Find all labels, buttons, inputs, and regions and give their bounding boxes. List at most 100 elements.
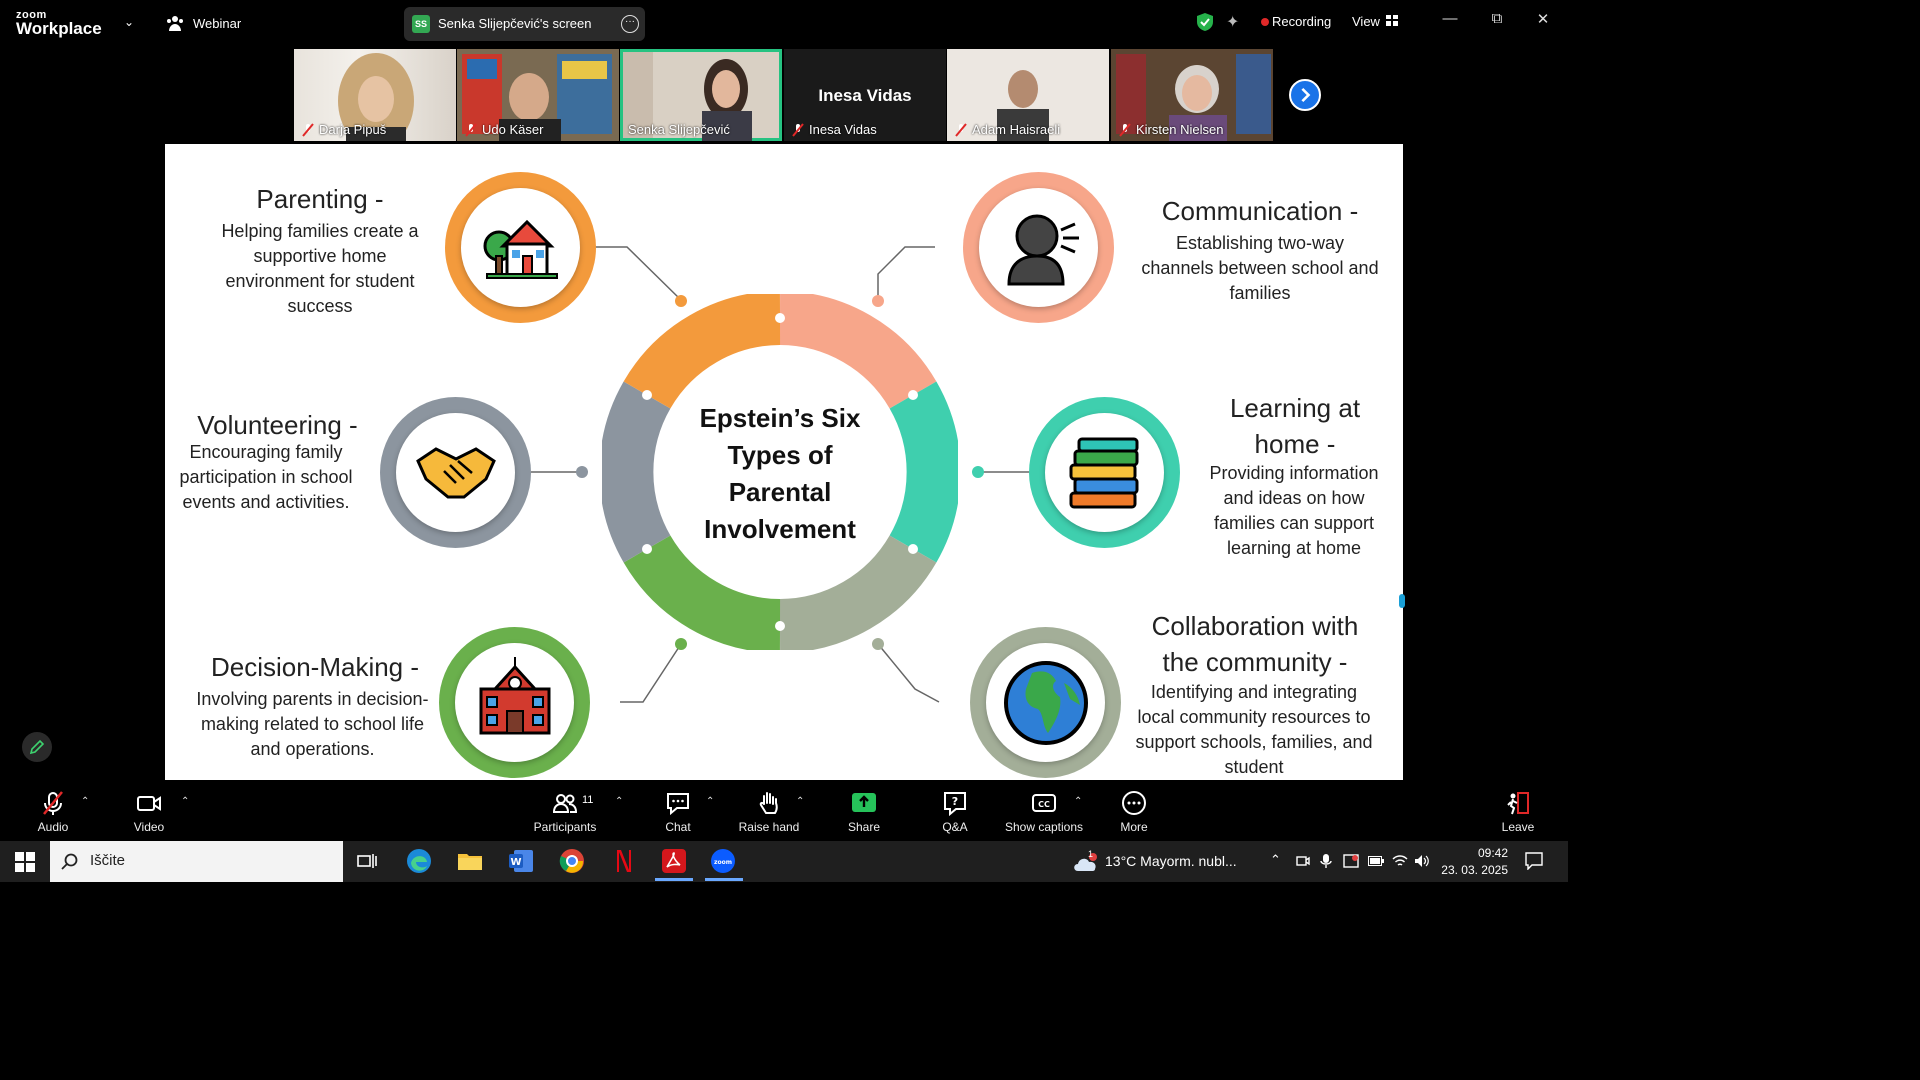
muted-mic-icon — [1119, 123, 1131, 137]
more-button[interactable]: More — [1112, 790, 1156, 834]
wifi-icon[interactable] — [1392, 854, 1408, 868]
notification-center-icon[interactable] — [1525, 852, 1543, 870]
view-button[interactable]: View — [1352, 14, 1380, 29]
weather-text[interactable]: 13°C Mayorm. nubl... — [1105, 853, 1237, 869]
search-icon — [61, 853, 78, 870]
reactions-caret-icon[interactable]: ⌃ — [796, 796, 804, 807]
learning-ring — [1029, 397, 1180, 548]
globe-icon — [1004, 661, 1088, 745]
microphone-icon[interactable] — [1320, 853, 1332, 869]
collaboration-title: Collaboration with the community - — [1151, 611, 1359, 677]
chat-button[interactable]: Chat — [656, 790, 700, 834]
webinar-icon — [167, 16, 183, 31]
chrome-icon[interactable] — [559, 848, 585, 874]
share-button[interactable]: Share — [840, 790, 888, 834]
muted-mic-icon — [955, 123, 967, 137]
closed-captions-icon: CC — [1032, 794, 1056, 812]
raise-hand-label: Raise hand — [738, 820, 800, 834]
decision-title: Decision-Making - — [210, 652, 420, 682]
muted-mic-icon — [302, 123, 314, 137]
screen-share-label: Senka Slijepčević's screen — [438, 16, 592, 31]
participant-name: Adam Haisraeli — [972, 122, 1061, 137]
video-camera-icon — [137, 796, 161, 811]
participants-options-caret-icon[interactable]: ⌃ — [615, 796, 623, 807]
more-label: More — [1120, 820, 1148, 834]
recording-label[interactable]: Recording — [1272, 14, 1331, 29]
participant-tile[interactable]: Udo Käser — [457, 49, 619, 141]
qa-icon: ? — [944, 792, 966, 816]
participant-tile[interactable]: Kirsten Nielsen — [1111, 49, 1273, 141]
task-view-icon[interactable] — [357, 852, 377, 870]
acrobat-icon[interactable] — [661, 848, 687, 874]
chat-label: Chat — [665, 820, 691, 834]
restore-icon[interactable]: ⧉ — [1487, 10, 1507, 27]
taskbar-clock[interactable]: 09:42 23. 03. 2025 — [1430, 845, 1508, 879]
volunteering-body: Encouraging family participation in scho… — [179, 442, 353, 512]
active-app-indicator — [655, 878, 693, 881]
encryption-shield-icon[interactable] — [1196, 12, 1214, 32]
windows-start-icon[interactable] — [15, 852, 35, 872]
zoom-app-icon[interactable]: zoom — [710, 848, 736, 874]
next-participants-arrow-icon[interactable] — [1289, 79, 1321, 111]
video-label: Video — [133, 820, 165, 834]
video-options-caret-icon[interactable]: ⌃ — [181, 796, 189, 807]
battery-icon[interactable] — [1368, 856, 1384, 866]
participant-name-large: Inesa Vidas — [818, 86, 912, 105]
meet-now-icon[interactable] — [1296, 854, 1310, 868]
close-icon[interactable]: ✕ — [1533, 10, 1553, 28]
chat-options-caret-icon[interactable]: ⌃ — [706, 796, 714, 807]
house-icon — [483, 219, 558, 279]
participant-tile[interactable]: Darja Pipuš — [294, 49, 456, 141]
clock-date: 23. 03. 2025 — [1441, 863, 1508, 877]
decision-body: Involving parents in decision-making rel… — [196, 689, 429, 759]
parenting-title: Parenting - — [256, 184, 384, 214]
participant-tile[interactable]: Adam Haisraeli — [947, 49, 1109, 141]
leave-door-icon — [1507, 792, 1529, 815]
ai-companion-icon[interactable]: ✦ — [1226, 12, 1239, 32]
volume-icon[interactable] — [1414, 854, 1430, 868]
active-app-indicator — [705, 878, 743, 881]
tray-overflow-caret-icon[interactable]: ⌃ — [1270, 852, 1281, 868]
svg-text:zoom: zoom — [714, 859, 732, 866]
connector-dot — [576, 466, 588, 478]
recording-dot-icon — [1261, 18, 1269, 26]
defender-icon[interactable] — [1343, 854, 1359, 868]
participant-name: Darja Pipuš — [319, 122, 387, 137]
annotate-pencil-icon[interactable] — [21, 731, 53, 763]
raise-hand-button[interactable]: Raise hand — [736, 790, 802, 834]
communication-title: Communication - — [1161, 196, 1359, 226]
weather-cloud-icon[interactable] — [1072, 853, 1100, 873]
file-explorer-icon[interactable] — [457, 848, 483, 874]
chevron-down-icon[interactable]: ⌄ — [124, 15, 134, 29]
participant-name: Inesa Vidas — [809, 122, 877, 137]
share-label: Share — [847, 820, 881, 834]
learning-body: Providing information and ideas on how f… — [1209, 463, 1379, 558]
audio-options-caret-icon[interactable]: ⌃ — [81, 796, 89, 807]
grid-view-icon[interactable] — [1386, 15, 1398, 26]
muted-mic-icon — [792, 123, 804, 137]
audio-label: Audio — [37, 820, 69, 834]
qa-button[interactable]: ? Q&A — [934, 790, 976, 834]
more-options-icon[interactable]: ··· — [621, 15, 639, 33]
books-icon — [1069, 437, 1139, 509]
parenting-body: Helping families create a supportive hom… — [221, 221, 419, 316]
netflix-icon[interactable] — [610, 848, 636, 874]
edge-icon[interactable] — [406, 848, 432, 874]
svg-text:?: ? — [952, 795, 958, 808]
participant-tile-video-off[interactable]: Inesa Vidas Inesa Vidas — [784, 49, 946, 141]
video-button[interactable]: Video — [122, 790, 176, 834]
weather-badge: 1 — [1088, 849, 1094, 859]
minimize-icon[interactable]: — — [1440, 10, 1460, 27]
shared-slide: Epstein’s Six Types of Parental Involvem… — [165, 144, 1403, 780]
communication-ring — [963, 172, 1114, 323]
participant-tile-active[interactable]: Senka Slijepčević — [620, 49, 782, 141]
volunteering-ring — [380, 397, 531, 548]
svg-text:W: W — [510, 857, 521, 868]
captions-options-caret-icon[interactable]: ⌃ — [1074, 796, 1082, 807]
leave-button[interactable]: Leave — [1496, 790, 1540, 834]
participant-name: Kirsten Nielsen — [1136, 122, 1224, 137]
communication-body: Establishing two-way channels between sc… — [1141, 233, 1379, 303]
school-icon — [479, 657, 551, 735]
audio-button[interactable]: Audio — [28, 790, 78, 834]
word-icon[interactable]: W — [508, 848, 534, 874]
